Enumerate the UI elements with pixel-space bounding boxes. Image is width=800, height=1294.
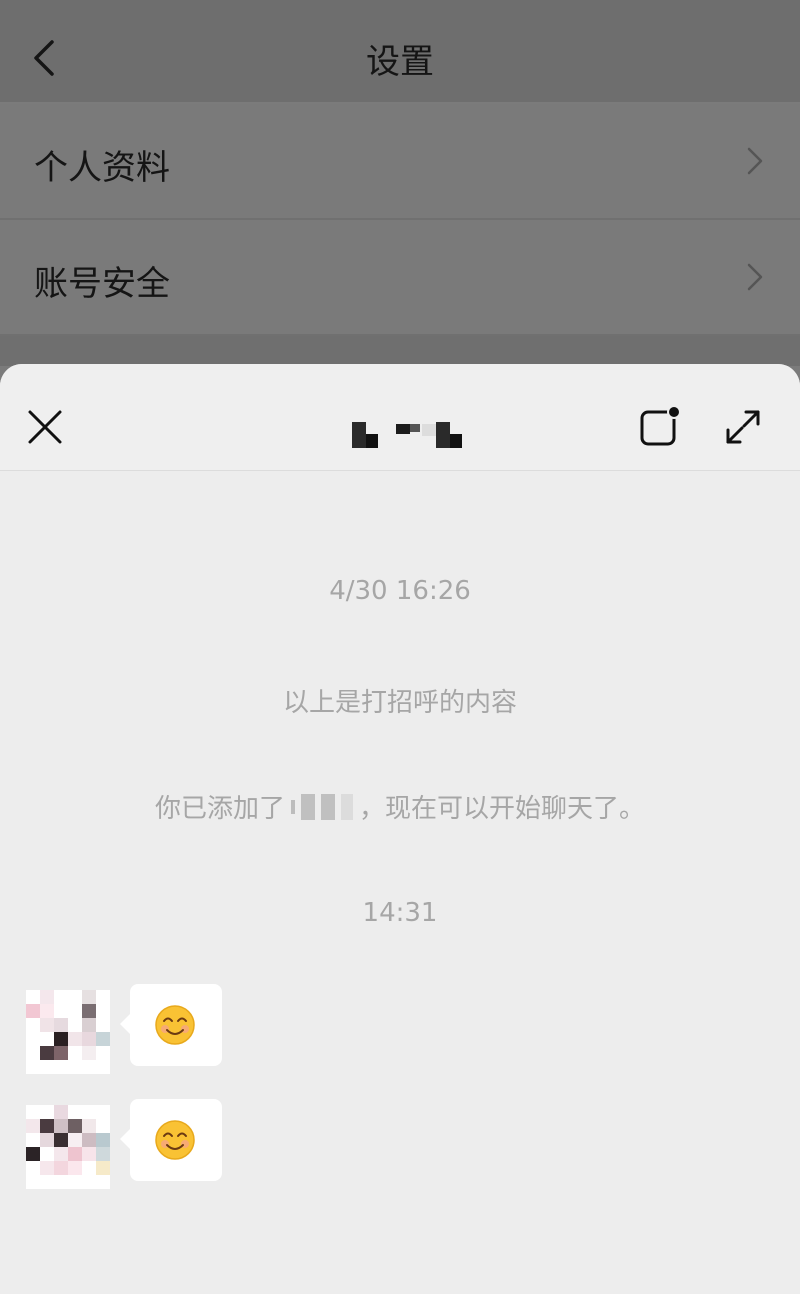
system-text-prefix: 你已添加了 xyxy=(154,794,285,824)
system-message-greeting: 以上是打招呼的内容 xyxy=(282,688,517,718)
menu-item-label: 账号安全 xyxy=(34,264,170,304)
note-icon[interactable] xyxy=(638,404,682,448)
close-icon[interactable] xyxy=(26,408,64,446)
section-divider xyxy=(0,336,800,366)
chat-header xyxy=(0,364,800,471)
system-message-added: 你已添加了 ，现在可以开始聊天了。 xyxy=(0,788,800,825)
message-bubble[interactable] xyxy=(120,1099,222,1181)
smiling-face-emoji-icon xyxy=(155,1120,195,1160)
menu-item-account-security[interactable]: 账号安全 xyxy=(0,220,800,336)
chevron-right-icon xyxy=(747,147,763,175)
avatar[interactable] xyxy=(26,990,110,1074)
message-bubble[interactable] xyxy=(120,984,222,1066)
message-row xyxy=(26,1099,326,1189)
timestamp: 4/30 16:26 xyxy=(329,576,471,606)
settings-header: 设置 xyxy=(0,0,800,102)
menu-item-label: 个人资料 xyxy=(34,148,170,188)
menu-item-profile[interactable]: 个人资料 xyxy=(0,104,800,220)
system-text-suffix: ，现在可以开始聊天了。 xyxy=(359,794,646,824)
smiling-face-emoji-icon xyxy=(155,1005,195,1045)
avatar[interactable] xyxy=(26,1105,110,1189)
contact-name-redacted xyxy=(352,422,462,448)
redacted-name xyxy=(291,793,353,820)
page-title: 设置 xyxy=(366,42,434,82)
chat-sheet: 4/30 16:26 以上是打招呼的内容 你已添加了 ，现在可以开始聊天了。 1… xyxy=(0,364,800,1294)
chevron-right-icon xyxy=(747,263,763,291)
expand-icon[interactable] xyxy=(722,406,764,448)
message-row xyxy=(26,984,326,1074)
timestamp: 14:31 xyxy=(362,898,438,928)
